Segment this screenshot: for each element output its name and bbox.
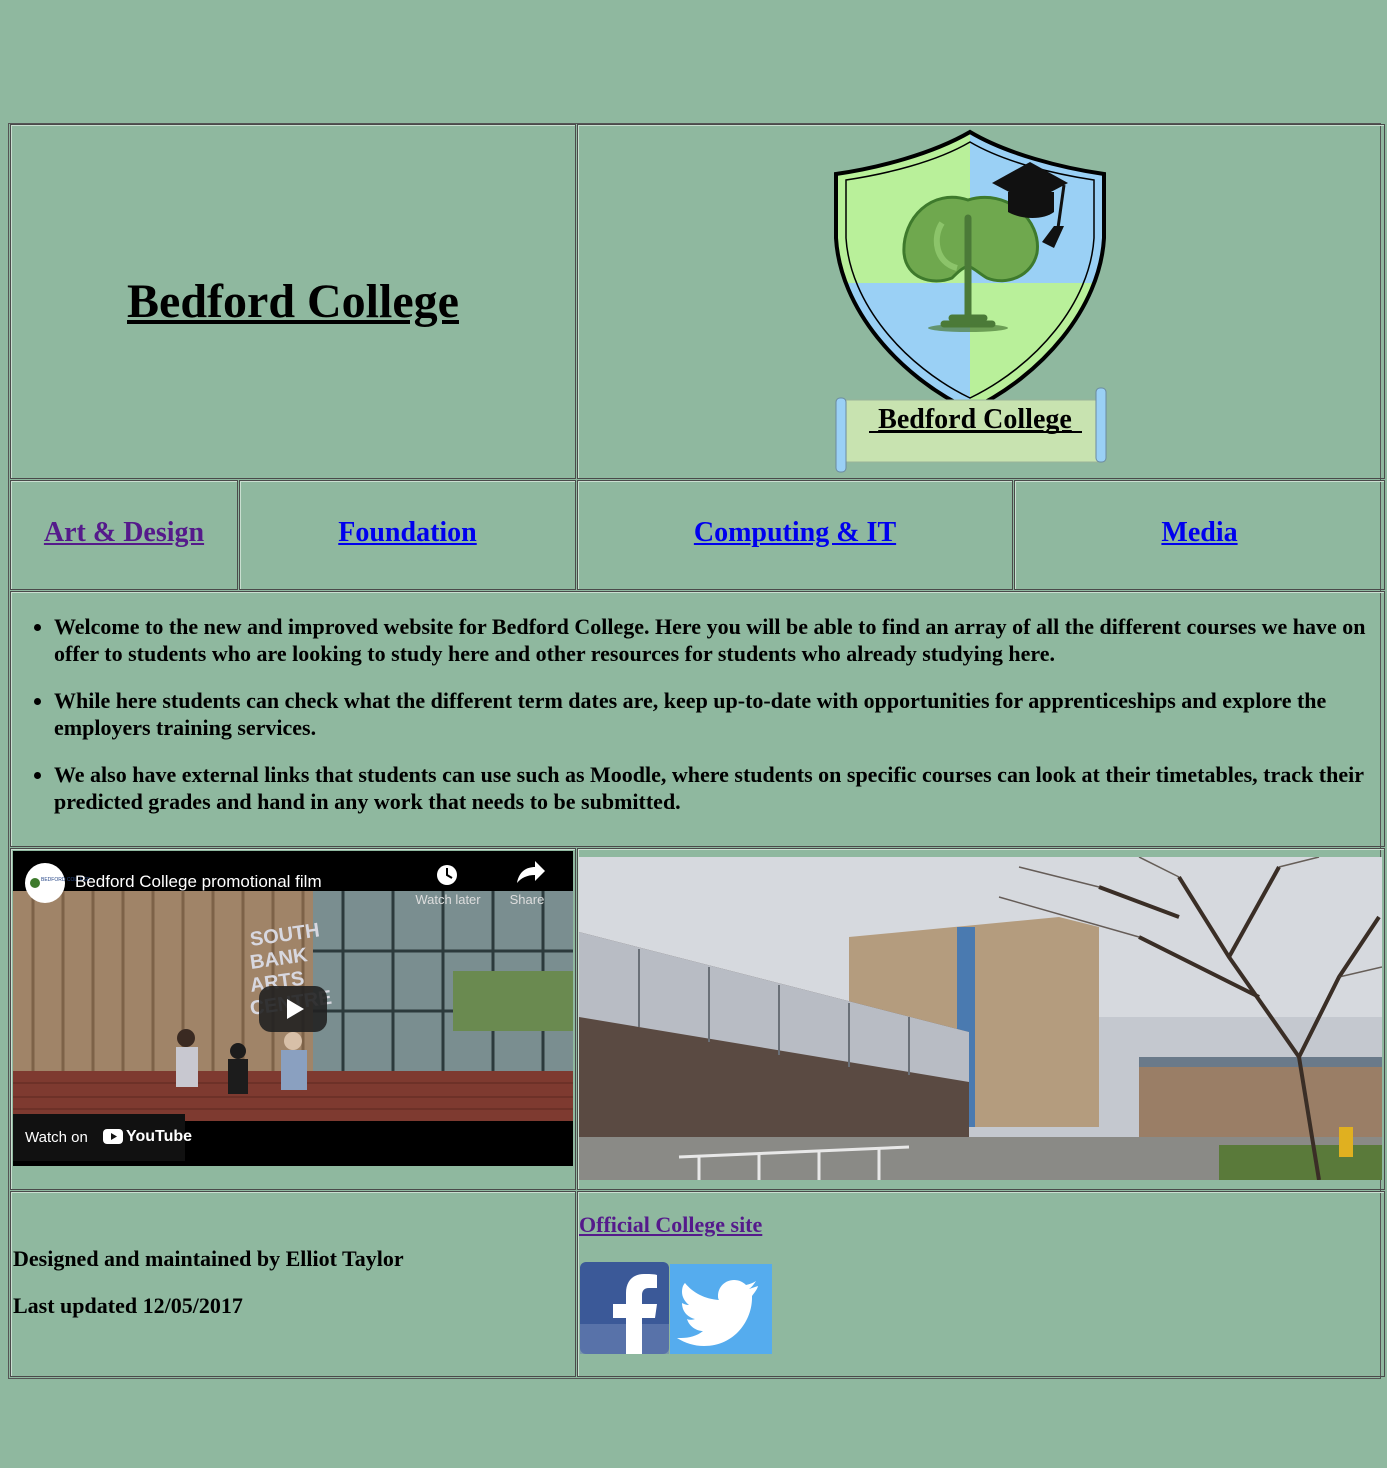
youtube-logo-icon [103,1129,123,1144]
last-updated: Last updated 12/05/2017 [13,1293,243,1318]
intro-item: While here students can check what the d… [54,687,1387,741]
video-title[interactable]: Bedford College promotional film [75,872,322,892]
intro-item: We also have external links that student… [54,761,1387,815]
watch-later-label[interactable]: Watch later [408,892,488,907]
nav-link-computing-it[interactable]: Computing & IT [577,517,1013,549]
twitter-icon[interactable] [670,1264,772,1354]
page-title: Bedford College [127,275,459,328]
nav-link-foundation[interactable]: Foundation [239,517,576,549]
facebook-icon[interactable] [580,1262,669,1354]
share-label[interactable]: Share [501,892,553,907]
nav-link-media[interactable]: Media [1014,517,1385,549]
intro-item: Welcome to the new and improved website … [54,613,1387,667]
campus-photo [579,857,1382,1180]
watch-on-label: Watch on [25,1129,88,1146]
designer-credit: Designed and maintained by Elliot Taylor [13,1246,404,1271]
logo-banner-text: Bedford College [878,404,1072,435]
clock-icon[interactable] [437,865,457,885]
college-logo: Bedford College [834,129,1107,473]
youtube-wordmark: YouTube [126,1128,193,1145]
youtube-embed[interactable]: SOUTH BANK ARTS CENTRE BEDFORD COLLEGE B… [13,851,573,1166]
footer-credits-cell [10,1191,576,1377]
watch-on-youtube-button[interactable]: Watch on YouTube [13,1114,192,1161]
intro-list: Welcome to the new and improved website … [12,613,1387,835]
official-college-site-link[interactable]: Official College site [579,1212,762,1238]
nav-link-art-design[interactable]: Art & Design [10,517,238,549]
play-icon[interactable] [259,986,327,1032]
